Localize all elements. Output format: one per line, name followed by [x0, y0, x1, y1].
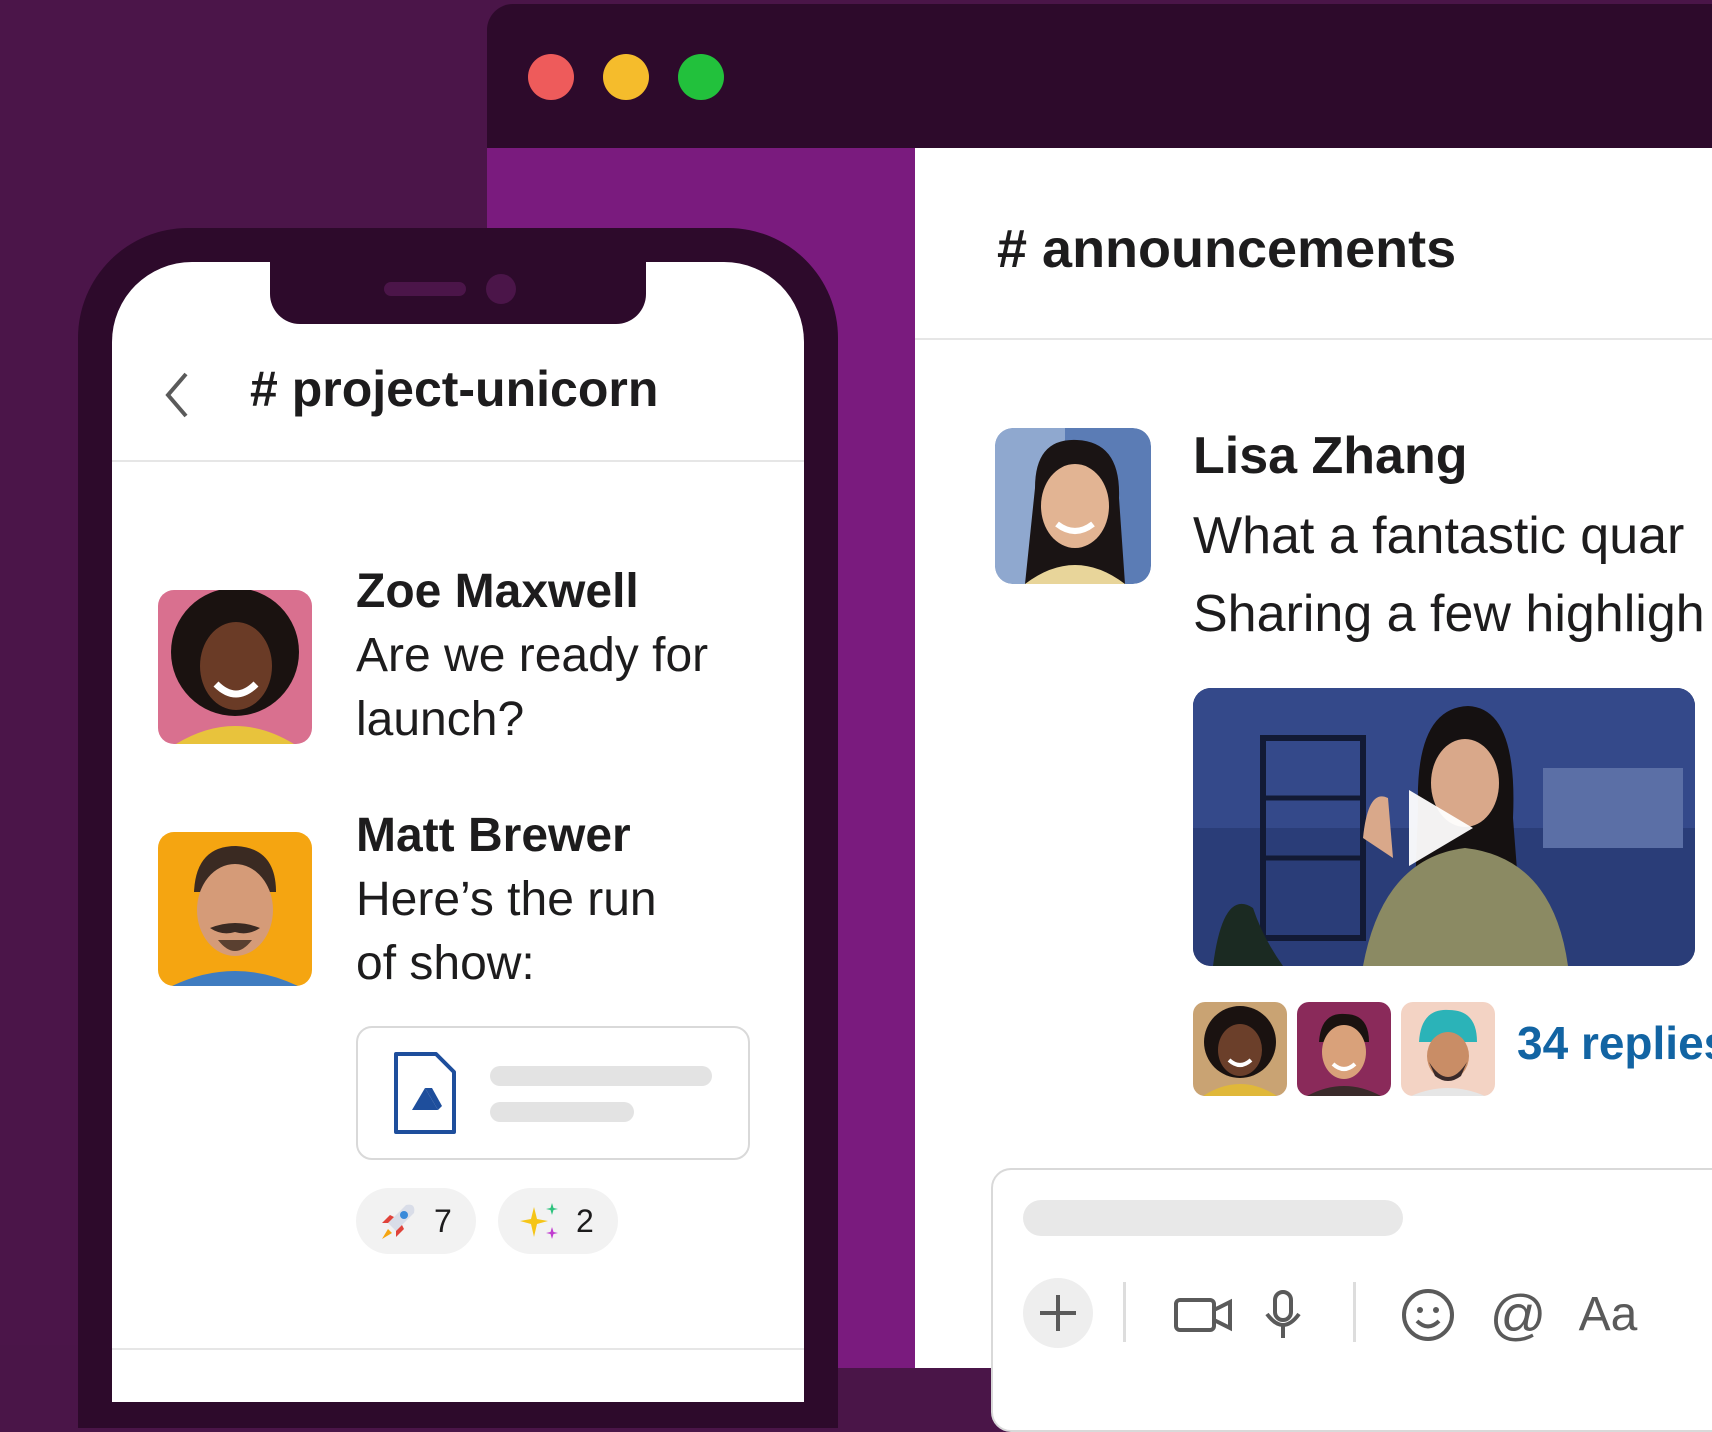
- mention-icon[interactable]: @: [1483, 1280, 1553, 1350]
- back-chevron-icon[interactable]: [158, 368, 198, 422]
- reaction-count: 2: [576, 1202, 594, 1239]
- reply-avatar-1[interactable]: [1193, 1002, 1287, 1096]
- minimize-window-button[interactable]: [603, 54, 649, 100]
- message-text-line-1: Here’s the run: [356, 873, 657, 926]
- sparkles-icon: [520, 1203, 558, 1239]
- maximize-window-button[interactable]: [678, 54, 724, 100]
- rocket-icon: [382, 1204, 415, 1239]
- window-titlebar: [487, 4, 1712, 148]
- phone-device: # project-unicorn Zoe Maxwell Are we rea…: [78, 228, 838, 1428]
- chat-pane: # announcements Lisa Zhang What a fantas…: [915, 148, 1712, 1432]
- message-author[interactable]: Zoe Maxwell: [356, 564, 639, 619]
- reaction-sparkles[interactable]: 2: [498, 1188, 618, 1254]
- matt-brewer-avatar[interactable]: [158, 832, 312, 986]
- reaction-count: 7: [434, 1202, 452, 1239]
- google-drive-icon: [394, 1052, 456, 1134]
- microphone-icon[interactable]: [1248, 1280, 1318, 1350]
- close-window-button[interactable]: [528, 54, 574, 100]
- message-author[interactable]: Matt Brewer: [356, 808, 631, 863]
- channel-header: # announcements: [915, 148, 1712, 340]
- phone-channel-header: # project-unicorn: [112, 324, 804, 462]
- video-attachment[interactable]: [1193, 688, 1695, 966]
- plus-button[interactable]: [1023, 1278, 1093, 1348]
- formatting-icon[interactable]: Aa: [1573, 1280, 1643, 1350]
- message-text-line-2: Sharing a few highligh: [1193, 585, 1705, 643]
- message-text-line-2: of show:: [356, 937, 535, 990]
- lisa-zhang-avatar[interactable]: [995, 428, 1151, 584]
- plus-icon: [1040, 1295, 1076, 1331]
- channel-title[interactable]: # announcements: [997, 218, 1456, 280]
- composer-input[interactable]: [1023, 1200, 1403, 1236]
- message-text-line-2: launch?: [356, 693, 525, 746]
- message-text-line-1: Are we ready for: [356, 629, 709, 682]
- zoe-maxwell-avatar[interactable]: [158, 590, 312, 744]
- message-text-line-1: What a fantastic quar: [1193, 507, 1685, 565]
- phone-notch: [270, 262, 646, 324]
- video-icon[interactable]: [1168, 1280, 1238, 1350]
- message-author[interactable]: Lisa Zhang: [1193, 426, 1467, 486]
- phone-speaker: [384, 282, 466, 296]
- toolbar-divider: [1353, 1282, 1356, 1342]
- replies-link[interactable]: 34 replies: [1517, 1016, 1712, 1070]
- file-name-placeholder: [490, 1066, 712, 1086]
- divider: [112, 1348, 804, 1350]
- file-attachment[interactable]: [356, 1026, 750, 1160]
- reply-avatar-3[interactable]: [1401, 1002, 1495, 1096]
- message-composer[interactable]: @ Aa: [991, 1168, 1712, 1432]
- file-meta-placeholder: [490, 1102, 634, 1122]
- phone-camera: [486, 274, 516, 304]
- reaction-rocket[interactable]: 7: [356, 1188, 476, 1254]
- emoji-icon[interactable]: [1393, 1280, 1463, 1350]
- reply-avatar-2[interactable]: [1297, 1002, 1391, 1096]
- play-icon[interactable]: [1409, 790, 1473, 866]
- phone-screen: # project-unicorn Zoe Maxwell Are we rea…: [112, 262, 804, 1402]
- phone-channel-title[interactable]: # project-unicorn: [250, 360, 658, 418]
- toolbar-divider: [1123, 1282, 1126, 1342]
